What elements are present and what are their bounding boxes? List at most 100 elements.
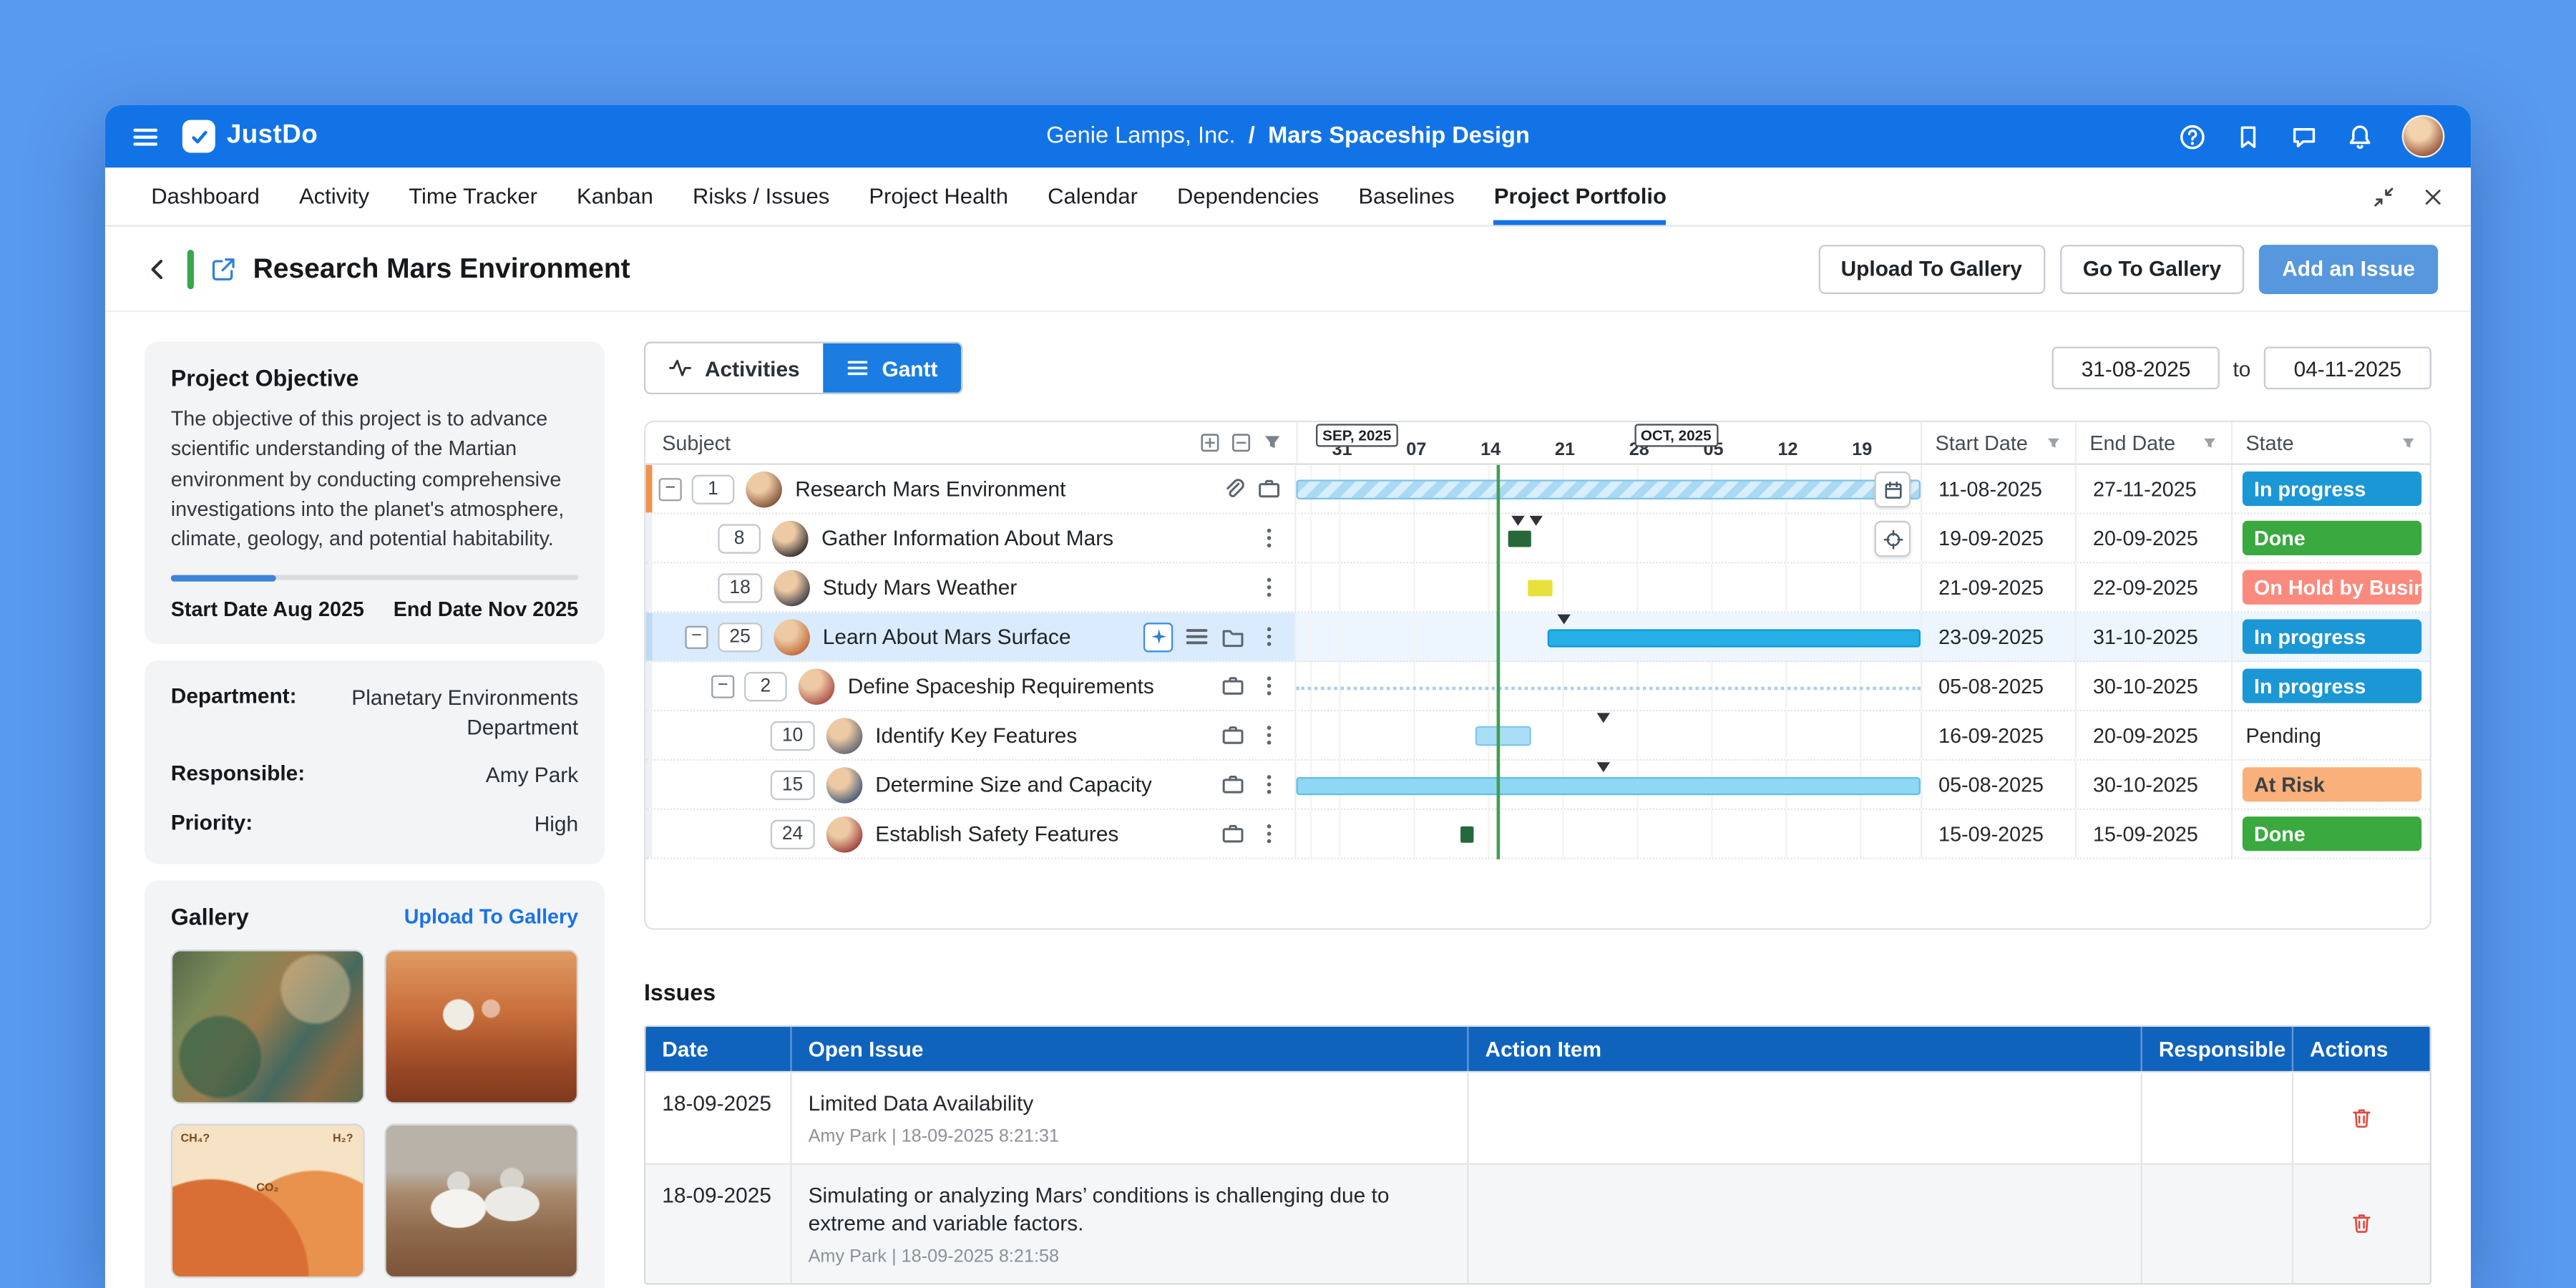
gantt-subject-cell: −25 Learn About Mars Surface: [645, 613, 1296, 660]
gantt-bar[interactable]: [1296, 687, 1920, 691]
filter-icon[interactable]: [2400, 434, 2416, 451]
gantt-bar[interactable]: [1296, 777, 1920, 795]
timeline-calendar-button[interactable]: [1875, 472, 1911, 508]
assignee-avatar: [826, 766, 862, 803]
gallery-image-diagram[interactable]: CH₄? H₂? CO₂: [171, 1124, 365, 1279]
gantt-view-button[interactable]: Gantt: [823, 343, 961, 393]
gantt-timeline-cell: [1296, 810, 1920, 858]
task-id-badge: 18: [718, 572, 762, 602]
task-start-date: 16-09-2025: [1921, 711, 2075, 759]
gantt-row[interactable]: 24Establish Safety Features15-09-202515-…: [645, 810, 2429, 859]
task-end-date: 31-10-2025: [2075, 613, 2231, 660]
issues-table: DateOpen IssueAction ItemResponsibleActi…: [644, 1025, 2431, 1284]
add-an-issue-button[interactable]: Add an Issue: [2259, 244, 2438, 293]
gantt-bar[interactable]: [1547, 629, 1921, 647]
range-end-input[interactable]: [2264, 346, 2431, 389]
gantt-subject-cell: 8Gather Information About Mars: [645, 514, 1296, 562]
tab-dashboard[interactable]: Dashboard: [151, 167, 260, 225]
collapse-view-icon[interactable]: [2372, 185, 2395, 208]
dots-icon[interactable]: [1257, 772, 1281, 796]
tab-kanban[interactable]: Kanban: [577, 167, 653, 225]
gantt-row[interactable]: 8Gather Information About Mars19-09-2025…: [645, 514, 2429, 564]
dots-icon[interactable]: [1257, 526, 1281, 550]
notifications-icon[interactable]: [2346, 122, 2374, 150]
gallery-image-astronauts[interactable]: [384, 1124, 578, 1279]
issue-open-cell: Simulating or analyzing Mars’ conditions…: [790, 1164, 1467, 1283]
gantt-chart: Subject SEP, 2025OCT, 202531071421280512…: [644, 421, 2431, 930]
gantt-bar[interactable]: [1460, 826, 1473, 843]
upload-to-gallery-link[interactable]: Upload To Gallery: [404, 906, 578, 929]
tab-dependencies[interactable]: Dependencies: [1177, 167, 1319, 225]
task-subject: Learn About Mars Surface: [823, 624, 1071, 648]
tab-project-portfolio[interactable]: Project Portfolio: [1494, 167, 1667, 225]
back-chevron-icon[interactable]: [145, 255, 171, 282]
dots-icon[interactable]: [1257, 821, 1281, 846]
dots-icon[interactable]: [1257, 575, 1281, 600]
go-to-gallery-button[interactable]: Go To Gallery: [2060, 244, 2245, 293]
gantt-row[interactable]: −25Learn About Mars Surface23-09-202531-…: [645, 613, 2429, 662]
issue-date: 18-09-2025: [645, 1164, 790, 1283]
activities-view-button[interactable]: Activities: [645, 343, 823, 393]
collapse-expander[interactable]: −: [659, 477, 682, 500]
tab-baselines[interactable]: Baselines: [1358, 167, 1454, 225]
collapse-expander[interactable]: −: [711, 674, 734, 697]
collapse-expander[interactable]: −: [685, 625, 708, 648]
expand-all-icon[interactable]: [1199, 432, 1221, 454]
gantt-row[interactable]: 10Identify Key Features16-09-202520-09-2…: [645, 711, 2429, 761]
task-start-date: 05-08-2025: [1921, 761, 2075, 809]
chat-icon[interactable]: [2290, 122, 2318, 150]
objective-title: Project Objective: [171, 365, 578, 391]
row-color-strip: [645, 761, 652, 809]
timeline-crosshair-button[interactable]: [1875, 521, 1911, 557]
upload-to-gallery-button[interactable]: Upload To Gallery: [1818, 244, 2044, 293]
dots-icon[interactable]: [1257, 624, 1281, 648]
breadcrumb-project[interactable]: Mars Spaceship Design: [1268, 123, 1530, 150]
user-avatar[interactable]: [2402, 115, 2445, 158]
gantt-bar[interactable]: [1528, 580, 1552, 596]
menu-icon[interactable]: [132, 122, 160, 150]
app-logo[interactable]: JustDo: [182, 120, 318, 153]
logo-check-icon: [182, 120, 215, 153]
gantt-row[interactable]: 15Determine Size and Capacity05-08-20253…: [645, 761, 2429, 810]
gallery-image-habitat[interactable]: [384, 950, 578, 1105]
external-link-icon[interactable]: [210, 255, 237, 282]
trash-icon[interactable]: [2349, 1106, 2373, 1130]
trash-icon[interactable]: [2349, 1211, 2373, 1235]
gantt-row[interactable]: −2Define Spaceship Requirements05-08-202…: [645, 662, 2429, 711]
gantt-row[interactable]: 18Study Mars Weather21-09-202522-09-2025…: [645, 563, 2429, 613]
task-id-badge: 25: [718, 622, 762, 651]
task-end-date: 22-09-2025: [2075, 563, 2231, 611]
gallery-image-terrain[interactable]: [171, 950, 365, 1105]
close-icon[interactable]: [2421, 185, 2444, 208]
ai-sparkle-button[interactable]: [1143, 622, 1173, 651]
tab-calendar[interactable]: Calendar: [1048, 167, 1138, 225]
gantt-bar[interactable]: [1296, 479, 1920, 499]
task-start-date: 11-08-2025: [1921, 465, 2075, 513]
detail-row: Priority:High: [171, 810, 578, 839]
paperclip-icon: [1221, 477, 1245, 501]
range-start-input[interactable]: [2052, 346, 2220, 389]
diagram-label: CH₄?: [181, 1134, 210, 1146]
filter-icon[interactable]: [2045, 434, 2062, 451]
tab-project-health[interactable]: Project Health: [869, 167, 1008, 225]
tab-activity[interactable]: Activity: [299, 167, 369, 225]
gantt-bar[interactable]: [1508, 531, 1531, 547]
gantt-timeline-cell: [1296, 465, 1920, 513]
row-color-strip: [645, 613, 652, 660]
filter-icon[interactable]: [1262, 432, 1283, 454]
dots-icon[interactable]: [1257, 723, 1281, 747]
tab-time-tracker[interactable]: Time Tracker: [409, 167, 537, 225]
dots-icon[interactable]: [1257, 673, 1281, 698]
gantt-header: Subject SEP, 2025OCT, 202531071421280512…: [645, 422, 2429, 465]
bookmark-icon[interactable]: [2234, 122, 2262, 150]
breadcrumb-org[interactable]: Genie Lamps, Inc.: [1046, 123, 1235, 150]
gantt-bar[interactable]: [1475, 726, 1531, 746]
filter-icon[interactable]: [2202, 434, 2218, 451]
help-icon[interactable]: [2178, 122, 2206, 150]
tab-risks-issues[interactable]: Risks / Issues: [693, 167, 829, 225]
gallery-title: Gallery: [171, 904, 249, 931]
gantt-row[interactable]: −1Research Mars Environment11-08-202527-…: [645, 465, 2429, 514]
assignee-avatar: [799, 668, 835, 704]
assignee-avatar: [746, 471, 782, 507]
collapse-all-icon[interactable]: [1231, 432, 1252, 454]
